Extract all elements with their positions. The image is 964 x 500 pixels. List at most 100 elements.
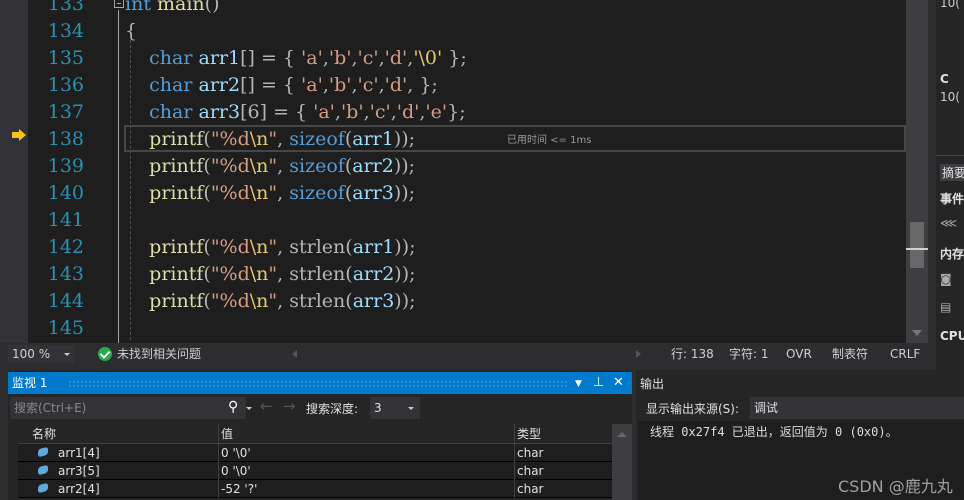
code-line[interactable]: char arr1[] = { 'a','b','c','d','\0' }; <box>125 45 467 72</box>
code-token: arr1 <box>352 236 395 258</box>
code-line[interactable]: char arr3[6] = { 'a','b','c','d','e'}; <box>125 99 466 126</box>
line-numbers: 133 134 135 136 137 138 139 140 141 142 143 144 145 <box>28 0 88 343</box>
diagnostic-tools-panel: 10( C 10( 摘要 事件 ⋘ 内存 ◙ ▤ CPU <box>936 0 964 370</box>
collapse-icon[interactable] <box>114 0 124 8</box>
code-token: 'a' <box>313 101 335 123</box>
forward-arrow-icon[interactable]: → <box>283 397 296 415</box>
search-icon[interactable]: ⚲ <box>228 399 238 415</box>
tabs-indicator[interactable]: 制表符 <box>832 346 868 362</box>
watch-row[interactable]: arr2[4] -52 '?' char <box>18 480 612 498</box>
code-token: , <box>277 155 290 177</box>
chevron-down-icon[interactable] <box>246 407 252 410</box>
code-line[interactable]: char arr2[] = { 'a','b','c','d', }; <box>125 72 438 99</box>
code-token: arr3 <box>352 182 394 204</box>
code-token: main <box>150 0 205 15</box>
code-token: "%d <box>210 263 250 285</box>
watch-search-input[interactable]: 搜索(Ctrl+E) <box>10 397 246 419</box>
code-token: printf <box>125 155 204 177</box>
output-line: 线程 0x27f4 已退出，返回值为 0 (0x0)。 <box>650 425 898 439</box>
code-editor[interactable]: 133 134 135 136 137 138 139 140 141 142 143 144 145 … <box>0 0 928 343</box>
code-token: \n <box>249 263 269 285</box>
code-token: )); <box>393 128 416 150</box>
watch-value[interactable]: 0 '\0' <box>218 444 514 462</box>
line-number: 137 <box>47 101 84 123</box>
check-circle-icon <box>98 347 112 361</box>
line-number: 142 <box>47 236 84 258</box>
code-line[interactable]: printf("%d\n", sizeof(arr3)); <box>125 180 415 207</box>
zoom-dropdown[interactable]: 100 % <box>8 345 74 363</box>
eol-indicator[interactable]: CRLF <box>890 346 920 362</box>
scroll-left-icon[interactable] <box>292 350 297 358</box>
code-token: sizeof <box>289 182 345 204</box>
scroll-up-icon[interactable] <box>617 432 627 437</box>
tab-summary[interactable]: 摘要 <box>940 164 964 181</box>
code-token: )); <box>393 155 416 177</box>
column-name[interactable]: 名称 <box>18 424 218 444</box>
snapshot-icon[interactable]: ◙ <box>940 272 952 286</box>
code-token: 'd' <box>384 47 408 69</box>
glyph-margin[interactable] <box>0 0 28 343</box>
watch-row[interactable]: arr3[5] 0 '\0' char <box>18 462 612 480</box>
code-line[interactable]: printf("%d\n", sizeof(arr1)); <box>125 126 415 153</box>
search-depth-value: 3 <box>374 401 382 415</box>
code-token: [6] = { <box>240 101 314 123</box>
output-text-area[interactable]: 线程 0x27f4 已退出，返回值为 0 (0x0)。 CSDN @鹿九丸 <box>638 421 964 500</box>
watch-name[interactable]: arr2[4] <box>18 480 218 498</box>
rp-section-c[interactable]: C <box>940 72 949 86</box>
cpu-section[interactable]: CPU <box>940 329 964 343</box>
watch-name[interactable]: arr1[4] <box>18 444 218 462</box>
code-token: 'a' <box>301 47 323 69</box>
code-line[interactable]: printf("%d\n", strlen(arr3)); <box>125 288 415 315</box>
line-number: 145 <box>47 317 84 339</box>
scroll-right-icon[interactable] <box>636 350 641 358</box>
code-line[interactable]: printf("%d\n", strlen(arr1)); <box>125 234 415 261</box>
code-token: printf <box>125 263 204 285</box>
line-number: 141 <box>47 209 84 231</box>
ovr-indicator[interactable]: OVR <box>786 346 812 362</box>
code-token: char <box>125 74 193 96</box>
column-type[interactable]: 类型 <box>514 424 612 444</box>
pin-icon[interactable]: ⊥ <box>593 372 604 394</box>
chevron-down-icon <box>408 407 414 410</box>
code-token: " <box>268 128 278 150</box>
caret-marker <box>906 248 928 250</box>
code-token: }; <box>447 101 466 123</box>
code-token: " <box>268 182 278 204</box>
code-token: ( <box>203 182 211 204</box>
scroll-down-icon[interactable] <box>912 330 922 336</box>
code-token: \n <box>249 155 269 177</box>
scroll-thumb[interactable] <box>910 222 924 268</box>
watch-scrollbar[interactable] <box>612 424 632 500</box>
code-token: sizeof <box>289 155 345 177</box>
watch-name[interactable]: arr3[5] <box>18 462 218 480</box>
code-token: { <box>125 20 138 42</box>
code-line[interactable]: { <box>125 18 137 45</box>
events-section[interactable]: 事件 <box>940 190 964 207</box>
watch-type: char <box>514 444 612 462</box>
close-icon[interactable]: ✕ <box>613 372 624 394</box>
char-indicator[interactable]: 字符: 1 <box>729 346 769 362</box>
code-line[interactable]: printf("%d\n", strlen(arr2)); <box>125 261 415 288</box>
title-grip[interactable] <box>68 380 568 388</box>
code-token: 'b' <box>328 47 352 69</box>
code-token: " <box>268 236 278 258</box>
back-arrow-icon[interactable]: ← <box>260 397 273 415</box>
watch-value[interactable]: -52 '?' <box>218 480 514 498</box>
watch-row[interactable]: arr1[4] 0 '\0' char <box>18 444 612 462</box>
code-line[interactable]: int main() <box>125 0 219 18</box>
heap-icon[interactable]: ▤ <box>940 300 951 314</box>
issues-status[interactable]: 未找到相关问题 <box>117 346 201 362</box>
output-source-dropdown[interactable]: 调试 <box>750 397 964 419</box>
column-value[interactable]: 值 <box>218 424 514 444</box>
editor-vertical-scrollbar[interactable] <box>906 0 928 343</box>
window-menu-icon[interactable]: ▼ <box>575 373 582 395</box>
watch-value[interactable]: 0 '\0' <box>218 462 514 480</box>
code-line[interactable]: printf("%d\n", sizeof(arr2)); <box>125 153 415 180</box>
memory-section[interactable]: 内存 <box>940 245 964 262</box>
output-source-label: 显示输出来源(S): <box>646 402 740 416</box>
code-token: \n <box>249 128 269 150</box>
search-depth-dropdown[interactable]: 3 <box>370 397 420 419</box>
line-indicator[interactable]: 行: 138 <box>671 346 714 362</box>
events-icon[interactable]: ⋘ <box>940 216 957 230</box>
code-token: \n <box>249 290 269 312</box>
